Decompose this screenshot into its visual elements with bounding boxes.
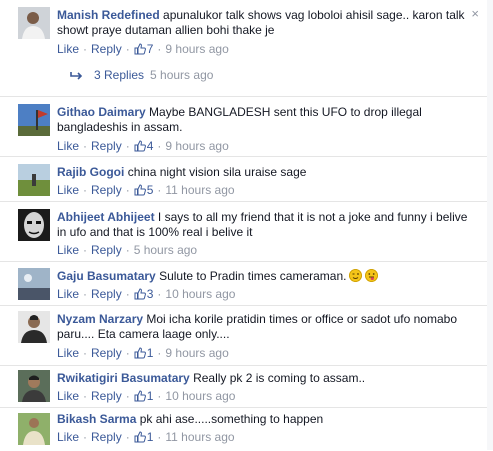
comment-author[interactable]: Rajib Gogoi [57,165,124,179]
comment-text: Rajib Gogoi china night vision sila urai… [57,165,473,180]
timestamp[interactable]: 10 hours ago [165,287,235,301]
man-outdoor-icon [18,413,50,445]
thumbs-up-icon [134,390,146,402]
comment-author[interactable]: Bikash Sarma [57,412,136,426]
thumbs-up-icon [134,43,146,55]
timestamp[interactable]: 9 hours ago [165,139,228,153]
avatar[interactable] [18,209,50,241]
timestamp[interactable]: 9 hours ago [165,42,228,56]
like-count[interactable]: 4 [134,139,153,153]
thumbs-up-icon [134,347,146,359]
thumbs-up-icon [134,184,146,196]
reply-button[interactable]: Reply [91,346,122,360]
thumbs-up-icon [134,140,146,152]
comment-actions: Like · Reply · 4 · 9 hours ago [57,139,229,153]
view-replies-link[interactable]: 3 Replies 5 hours ago [70,68,213,82]
comments-panel: × Manish Redefined apunalukor talk shows… [0,0,487,450]
comment-item: Rajib Gogoi china night vision sila urai… [0,156,487,202]
comment-actions: Like · Reply · 5 · 11 hours ago [57,183,235,197]
like-button[interactable]: Like [57,243,79,257]
comment-body: pk ahi ase.....something to happen [139,412,324,426]
comment-text: Manish Redefined apunalukor talk shows v… [57,8,473,38]
like-count[interactable]: 1 [134,346,153,360]
comment-actions: Like · Reply · 3 · 10 hours ago [57,287,236,301]
comment-item: Githao Daimary Maybe BANGLADESH sent thi… [0,96,487,157]
replies-count: 3 Replies [94,68,145,82]
comment-text: Bikash Sarma pk ahi ase.....something to… [57,412,473,427]
comment-author[interactable]: Nyzam Narzary [57,312,143,326]
comment-actions: Like · Reply · 1 · 10 hours ago [57,389,236,403]
thumbs-up-icon [134,431,146,443]
reply-button[interactable]: Reply [91,389,122,403]
avatar[interactable] [18,413,50,445]
comment-actions: Like · Reply · 7 · 9 hours ago [57,42,229,56]
comment-item: Abhijeet Abhijeet I says to all my frien… [0,201,487,262]
like-button[interactable]: Like [57,287,79,301]
comment-actions: Like · Reply · 1 · 11 hours ago [57,430,235,444]
thumbs-up-icon [134,288,146,300]
person-white-shirt-icon [18,7,50,39]
comment-author[interactable]: Abhijeet Abhijeet [57,210,155,224]
avatar[interactable] [18,370,50,402]
like-count[interactable]: 1 [134,389,153,403]
comment-item: × Manish Redefined apunalukor talk shows… [0,0,487,96]
comment-body: Really pk 2 is coming to assam.. [193,371,366,385]
avatar[interactable] [18,164,50,196]
like-count[interactable]: 3 [134,287,153,301]
reply-button[interactable]: Reply [91,287,122,301]
timestamp[interactable]: 9 hours ago [165,346,228,360]
like-button[interactable]: Like [57,430,79,444]
green-field-icon [18,164,50,196]
reply-arrow-icon [70,72,83,80]
comment-text: Abhijeet Abhijeet I says to all my frien… [57,210,473,240]
comment-author[interactable]: Manish Redefined [57,8,160,22]
reply-button[interactable]: Reply [91,139,122,153]
comment-item: Gaju Basumatary Sulute to Pradin times c… [0,261,487,306]
comment-item: Rwikatigiri Basumatary Really pk 2 is co… [0,365,487,408]
comment-author[interactable]: Gaju Basumatary [57,269,156,283]
avatar[interactable] [18,104,50,136]
avatar[interactable] [18,268,50,300]
wink-emoji-icon [349,269,363,282]
comment-actions: Like · Reply · 5 hours ago [57,243,198,257]
comment-body: Sulute to Pradin times cameraman. [159,269,347,283]
timestamp[interactable]: 11 hours ago [165,183,234,197]
comment-text: Rwikatigiri Basumatary Really pk 2 is co… [57,371,473,386]
like-button[interactable]: Like [57,183,79,197]
like-count[interactable]: 5 [134,183,153,197]
like-count[interactable]: 7 [134,42,153,56]
comment-text: Githao Daimary Maybe BANGLADESH sent thi… [57,105,473,135]
avatar[interactable] [18,7,50,39]
timestamp[interactable]: 10 hours ago [165,389,235,403]
comment-author[interactable]: Rwikatigiri Basumatary [57,371,190,385]
comment-author[interactable]: Githao Daimary [57,105,146,119]
bw-face-icon [18,209,50,241]
like-button[interactable]: Like [57,42,79,56]
like-button[interactable]: Like [57,389,79,403]
reply-button[interactable]: Reply [91,243,122,257]
comment-actions: Like · Reply · 1 · 9 hours ago [57,346,229,360]
avatar[interactable] [18,311,50,343]
comment-text: Gaju Basumatary Sulute to Pradin times c… [57,269,473,284]
like-button[interactable]: Like [57,139,79,153]
like-button[interactable]: Like [57,346,79,360]
blue-sky-flag-icon [18,104,50,136]
comment-text: Nyzam Narzary Moi icha korile pratidin t… [57,312,473,342]
timestamp[interactable]: 11 hours ago [165,430,234,444]
replies-timestamp: 5 hours ago [150,68,214,82]
like-count[interactable]: 1 [134,430,153,444]
man-portrait-icon [18,370,50,402]
man-dark-shirt-icon [18,311,50,343]
reply-button[interactable]: Reply [91,42,122,56]
reply-button[interactable]: Reply [91,183,122,197]
tongue-emoji-icon [365,269,379,282]
comment-item: Nyzam Narzary Moi icha korile pratidin t… [0,305,487,366]
scrollbar[interactable] [487,0,493,450]
reply-button[interactable]: Reply [91,430,122,444]
timestamp[interactable]: 5 hours ago [134,243,197,257]
comment-body: china night vision sila uraise sage [127,165,307,179]
comment-item: Bikash Sarma pk ahi ase.....something to… [0,407,487,451]
sky-landscape-icon [18,268,50,300]
